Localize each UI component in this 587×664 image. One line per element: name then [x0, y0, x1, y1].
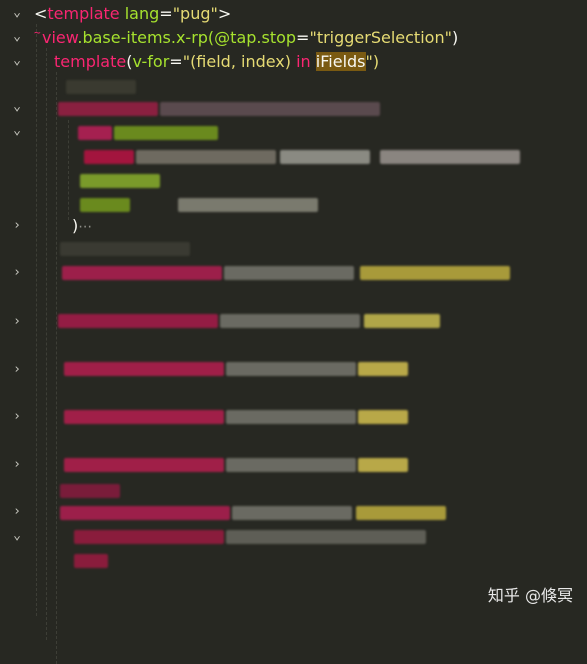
- equals: =: [159, 4, 173, 23]
- attribute-value: "): [365, 52, 380, 71]
- chevron-down-icon[interactable]: ⌄: [10, 100, 24, 114]
- equals: =: [169, 52, 183, 71]
- attribute-value: "pug": [172, 4, 218, 23]
- attribute-name: @tap.stop: [214, 28, 297, 47]
- chevron-right-icon[interactable]: ›: [10, 505, 24, 519]
- attribute-value: "triggerSelection": [309, 28, 452, 47]
- chevron-right-icon[interactable]: ›: [10, 266, 24, 280]
- tag-name: template: [47, 4, 120, 23]
- ellipsis-icon: ⋯: [78, 219, 93, 235]
- folded-region[interactable]: )⋯: [72, 214, 92, 238]
- chevron-down-icon[interactable]: ⌄: [10, 529, 24, 543]
- chevron-right-icon[interactable]: ›: [10, 458, 24, 472]
- tag-name: view: [42, 28, 78, 47]
- error-squiggle: ~: [34, 26, 41, 39]
- bracket: <: [34, 4, 48, 23]
- chevron-down-icon[interactable]: ⌄: [10, 124, 24, 138]
- code-line-2[interactable]: view.base-items.x-rp(@tap.stop="triggerS…: [42, 26, 458, 50]
- indent-guide: [36, 24, 37, 616]
- attribute-value: "(field, index): [182, 52, 297, 71]
- fold-gutter: ⌄ ⌄ ⌄ ⌄ ⌄ › › › › › › › ⌄: [0, 0, 34, 616]
- highlighted-identifier: iFields: [315, 52, 366, 71]
- chevron-right-icon[interactable]: ›: [10, 219, 24, 233]
- paren: ): [451, 28, 459, 47]
- attribute-name: lang: [124, 4, 160, 23]
- code-line-1[interactable]: <template lang="pug">: [34, 2, 231, 26]
- watermark: 知乎 @倏冥: [487, 586, 573, 605]
- chevron-right-icon[interactable]: ›: [10, 315, 24, 329]
- class-chain: .base-items.x-rp(: [77, 28, 215, 47]
- chevron-down-icon[interactable]: ⌄: [10, 30, 24, 44]
- chevron-right-icon[interactable]: ›: [10, 410, 24, 424]
- indent-guide: [56, 72, 57, 664]
- indent-guide: [68, 120, 69, 220]
- tag-name: template: [54, 52, 127, 71]
- indent-guide: [46, 48, 47, 640]
- chevron-right-icon[interactable]: ›: [10, 363, 24, 377]
- code-line-3[interactable]: template(v-for="(field, index) in iField…: [54, 50, 379, 74]
- equals: =: [296, 28, 310, 47]
- chevron-down-icon[interactable]: ⌄: [10, 6, 24, 20]
- bracket: >: [217, 4, 232, 23]
- chevron-down-icon[interactable]: ⌄: [10, 54, 24, 68]
- keyword-in: in: [296, 52, 311, 71]
- attribute-name: v-for: [132, 52, 170, 71]
